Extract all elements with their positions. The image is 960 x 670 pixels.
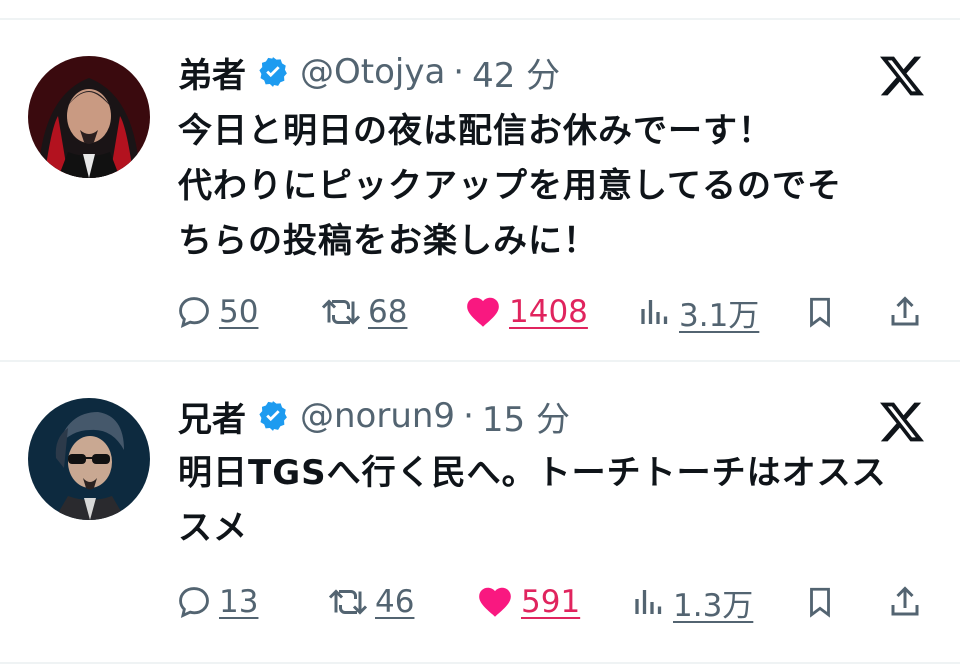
tweet-text-line: ちらの投稿をお楽しみに！ (178, 221, 598, 261)
share-icon (891, 296, 919, 326)
display-name[interactable]: 弟者 (178, 48, 246, 97)
tweet-text: 明日TGSへ行く民へ。トーチトーチはオスス スメ (178, 446, 938, 556)
tweet-card[interactable]: 弟者 @Otojya · 42 分 今日と明日の夜は配信お休みでーす！ 代わりに… (0, 0, 960, 360)
views-button[interactable]: 3.1万 (637, 288, 759, 336)
retweet-button[interactable]: 46 (327, 578, 414, 626)
tweet-text-line: 今日と明日の夜は配信お休みでーす！ (178, 111, 773, 151)
x-logo-icon[interactable] (878, 52, 926, 100)
tweet-card[interactable]: 兄者 @norun9 · 15 分 明日TGSへ行く民へ。トーチトーチはオスス … (0, 362, 960, 662)
heart-icon (467, 297, 499, 327)
like-count: 1408 (509, 294, 588, 330)
bottom-divider (0, 662, 960, 664)
timestamp[interactable]: 15 分 (482, 392, 570, 441)
like-button[interactable]: 591 (475, 578, 580, 626)
user-handle[interactable]: @norun9 (300, 396, 455, 436)
reply-icon (179, 297, 209, 328)
reply-count: 50 (219, 294, 259, 330)
avatar[interactable] (28, 56, 150, 178)
tweet-actions: 50 68 1408 3.1万 (175, 288, 935, 336)
tweet-text-line: 代わりにピックアップを用意してるのでそ (178, 166, 842, 206)
views-button[interactable]: 1.3万 (631, 578, 753, 626)
share-button[interactable] (887, 288, 929, 336)
heart-icon (479, 587, 511, 617)
tweet-actions: 13 46 591 1.3万 (175, 578, 935, 626)
retweet-count: 68 (368, 294, 408, 330)
share-button[interactable] (887, 578, 929, 626)
views-icon (635, 590, 662, 614)
reply-button[interactable]: 50 (175, 288, 258, 336)
bookmark-icon (810, 587, 830, 618)
views-icon (641, 300, 668, 324)
verified-badge-icon (259, 57, 287, 87)
retweet-button[interactable]: 68 (320, 288, 407, 336)
views-count: 1.3万 (673, 587, 754, 624)
verified-badge-icon (259, 401, 287, 431)
reply-icon (179, 587, 209, 618)
bookmark-icon (810, 297, 830, 328)
retweet-icon (321, 299, 361, 325)
bookmark-button[interactable] (803, 288, 843, 336)
avatar[interactable] (28, 398, 150, 520)
like-button[interactable]: 1408 (463, 288, 588, 336)
tweet-header: 兄者 @norun9 · 15 分 (178, 392, 570, 441)
views-count: 3.1万 (679, 297, 760, 334)
separator-dot: · (463, 396, 474, 436)
display-name[interactable]: 兄者 (178, 392, 246, 441)
tweet-text-line: 明日TGSへ行く民へ。トーチトーチはオスス (178, 453, 887, 493)
reply-button[interactable]: 13 (175, 578, 258, 626)
separator-dot: · (453, 52, 465, 92)
timestamp[interactable]: 42 分 (472, 48, 560, 97)
like-count: 591 (521, 584, 581, 620)
tweet-header: 弟者 @Otojya · 42 分 (178, 48, 560, 97)
bookmark-button[interactable] (803, 578, 843, 626)
x-logo-icon[interactable] (878, 398, 926, 446)
retweet-icon (328, 589, 368, 615)
retweet-count: 46 (375, 584, 415, 620)
reply-count: 13 (219, 584, 259, 620)
share-icon (891, 586, 919, 616)
tweet-text: 今日と明日の夜は配信お休みでーす！ 代わりにピックアップを用意してるのでそ ちら… (178, 104, 938, 269)
tweet-text-line: スメ (178, 508, 248, 548)
user-handle[interactable]: @Otojya (300, 52, 445, 92)
